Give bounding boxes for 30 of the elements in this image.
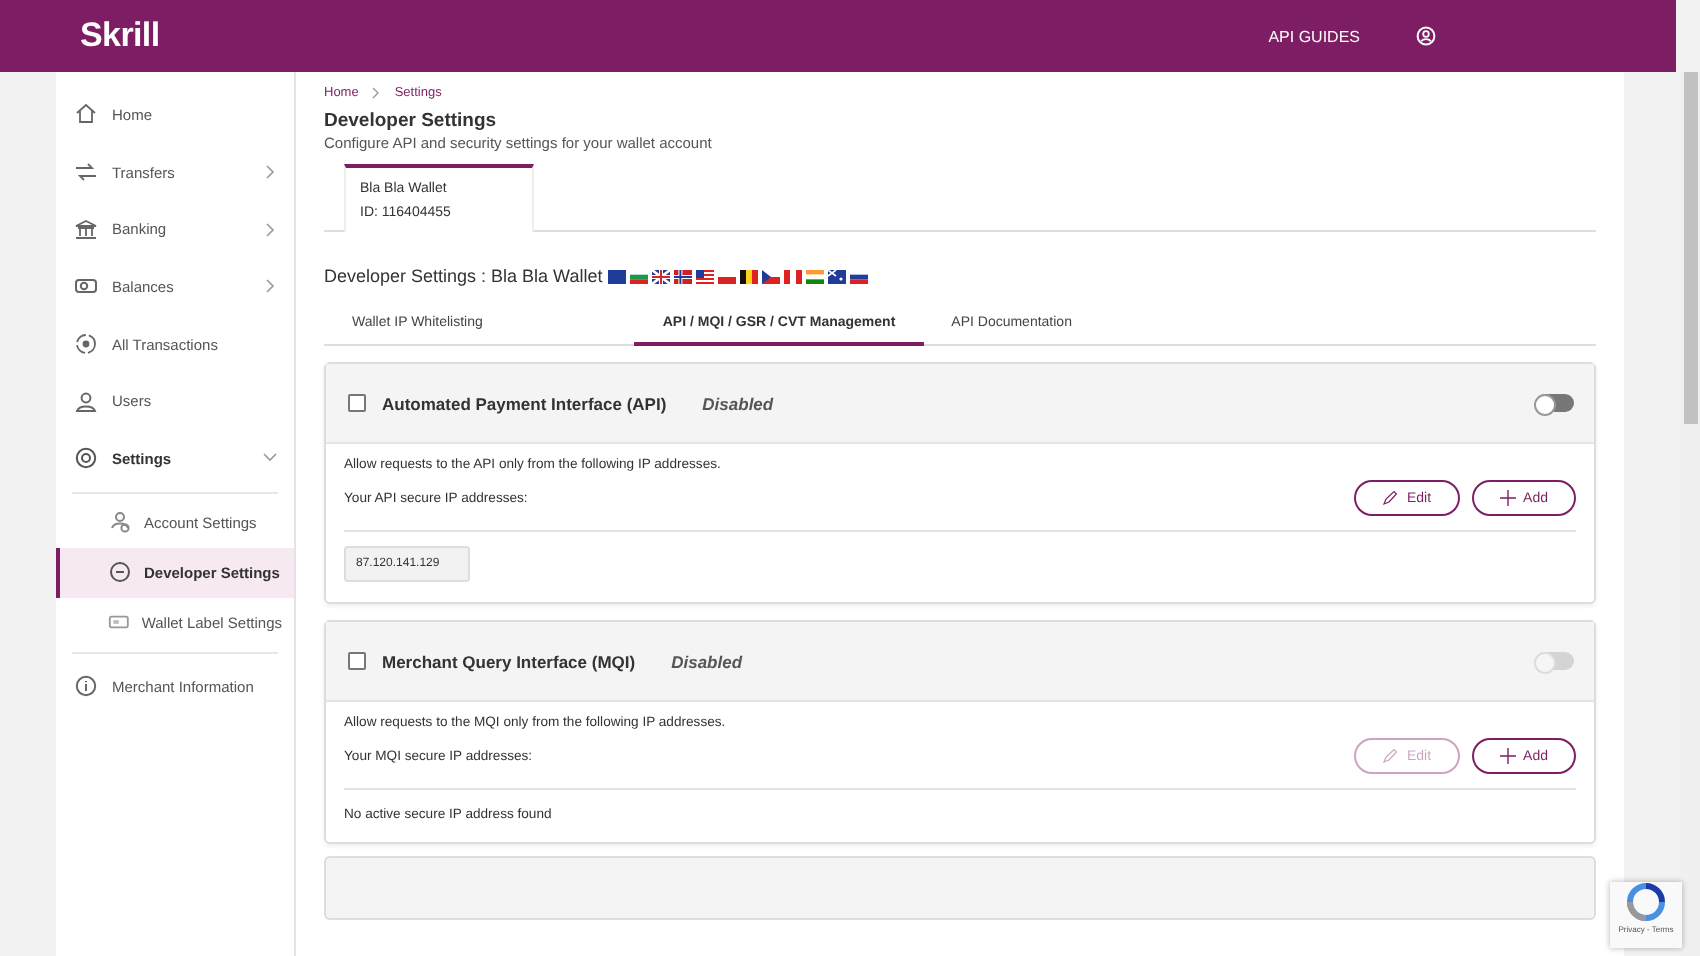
section-title: Developer Settings : Bla Bla Wallet (324, 266, 603, 286)
recaptcha-icon (1626, 882, 1666, 922)
checkbox[interactable] (348, 394, 366, 412)
plus-icon (1499, 490, 1516, 506)
toggle-switch[interactable] (1536, 394, 1574, 412)
chevron-right-icon (262, 278, 278, 295)
status-label: Disabled (702, 393, 776, 413)
user-icon (74, 389, 98, 414)
arrows-icon (74, 160, 98, 185)
interface-name: Merchant Query Interface (MQI) (382, 651, 636, 671)
page-title: Developer Settings (324, 110, 499, 132)
pencil-icon (1382, 748, 1399, 764)
scrollbar-thumb[interactable] (1684, 72, 1698, 424)
wallet-icon (74, 274, 98, 299)
info-icon (74, 674, 98, 699)
bank-icon (74, 217, 98, 242)
checkbox[interactable] (348, 652, 366, 670)
status-label: Disabled (671, 651, 745, 671)
house-icon (74, 102, 98, 127)
chevron-right-icon (262, 221, 278, 238)
user-icon[interactable] (1416, 26, 1436, 46)
api-guides-link[interactable]: API GUIDES (1268, 27, 1360, 45)
plus-icon (1499, 748, 1516, 764)
chevron-right-icon (262, 164, 278, 181)
logo[interactable]: Skrill (80, 16, 160, 56)
chevron-down-icon (262, 450, 278, 467)
user-icon (108, 510, 132, 535)
chevron-right-icon (370, 85, 383, 99)
interface-name: Automated Payment Interface (API) (382, 393, 667, 413)
pencil-icon (1382, 490, 1399, 506)
